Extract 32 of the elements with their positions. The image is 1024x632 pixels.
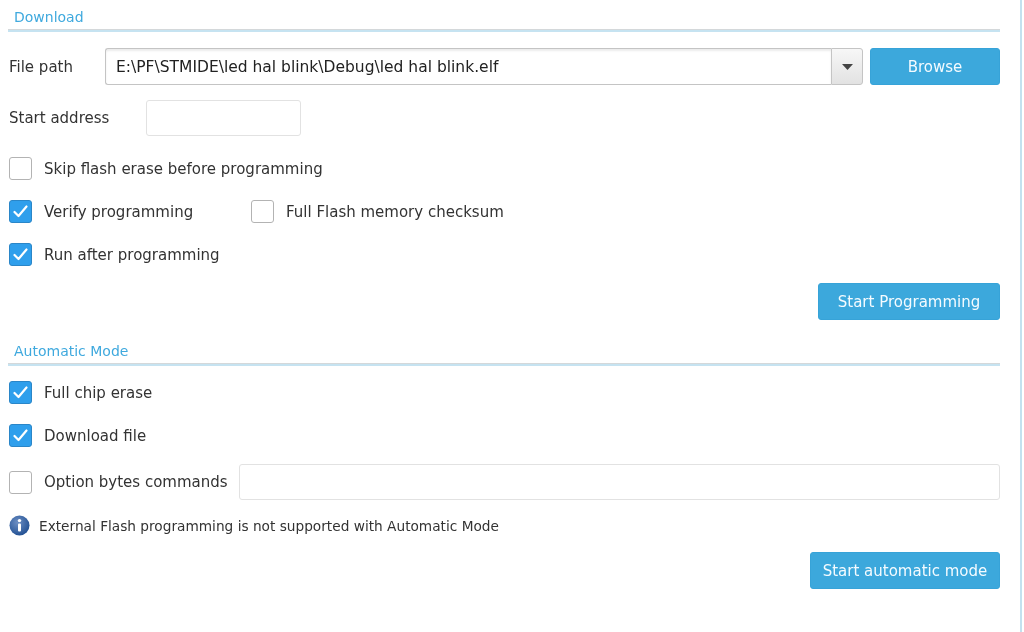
info-message: External Flash programming is not supported with Automatic Mode: [39, 517, 499, 534]
checkbox[interactable]: [9, 470, 32, 494]
checkbox-label: Full Flash memory checksum: [286, 202, 504, 221]
checkbox[interactable]: [9, 243, 32, 266]
checkbox-label: Download file: [44, 426, 147, 445]
caret-icon: [841, 63, 853, 70]
check-icon: [13, 386, 28, 399]
checkbox-label: Run after programming: [44, 245, 220, 264]
option-bytes-field[interactable]: [239, 464, 1000, 500]
info-icon: [9, 515, 30, 536]
file-path-field[interactable]: E:\PF\STMIDE\led hal blink\Debug\led hal blink.elf: [105, 48, 831, 85]
checkbox-label: Verify programming: [44, 202, 194, 221]
checkbox-label: Full chip erase: [44, 383, 153, 402]
checkbox[interactable]: [9, 157, 32, 180]
start-programming-button[interactable]: Start Programming: [818, 283, 1000, 320]
dropdown-button[interactable]: [831, 48, 863, 85]
field-label: Start address: [8, 109, 111, 127]
browse-button[interactable]: Browse: [870, 48, 1000, 85]
start-automatic-mode-button[interactable]: Start automatic mode: [810, 552, 1000, 589]
field-label: File path: [8, 57, 74, 76]
check-icon: [13, 205, 28, 218]
checkbox-label: Skip flash erase before programming: [44, 159, 323, 178]
checkbox[interactable]: [9, 200, 32, 223]
check-icon: [13, 248, 28, 261]
checkbox[interactable]: [9, 381, 32, 404]
section-title: Automatic Mode: [13, 343, 129, 360]
checkbox[interactable]: [9, 424, 32, 447]
start-address-field[interactable]: [146, 100, 301, 136]
checkbox-label: Option bytes commands: [44, 473, 228, 491]
section-title: Download: [13, 9, 84, 26]
checkbox[interactable]: [251, 200, 274, 223]
check-icon: [13, 429, 28, 442]
